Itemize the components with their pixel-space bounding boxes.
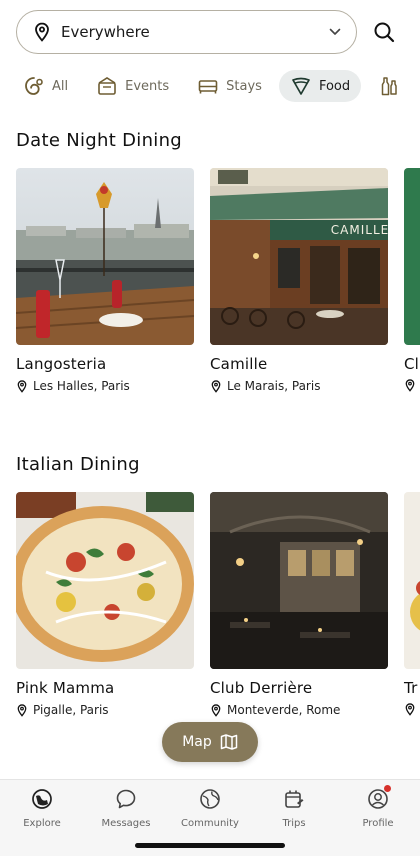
tab-label: Community [181,818,239,829]
restaurant-name: Cl [404,355,420,373]
location-pin-icon [211,703,221,717]
restaurant-name: Langosteria [16,355,107,373]
location-text: Pigalle, Paris [33,703,109,717]
chat-bubble-icon [115,788,137,810]
tab-community[interactable]: Community [168,788,252,829]
category-drinks[interactable] [367,70,418,102]
location-selector[interactable]: Everywhere [16,10,357,54]
location-pin-icon [405,379,415,392]
restaurant-card[interactable]: Cl [404,168,420,392]
restaurant-name: Camille [210,355,268,373]
tab-label: Trips [282,818,306,829]
globe-icon [199,788,221,810]
location-label: Everywhere [61,23,150,41]
restaurant-location [404,703,420,716]
restaurant-photo [404,168,420,345]
location-text: Les Halles, Paris [33,379,130,393]
category-events[interactable]: Events [85,70,180,102]
category-all[interactable]: All [12,70,79,102]
section-title: Italian Dining [16,454,140,475]
location-pin-icon [17,703,27,717]
restaurant-location: Monteverde, Rome [210,703,388,717]
location-pin-icon [211,379,221,393]
compass-globe-icon [31,788,53,810]
location-text: Monteverde, Rome [227,703,341,717]
tab-profile[interactable]: Profile [336,785,420,829]
tab-trips[interactable]: Trips [252,788,336,829]
restaurant-carousel[interactable]: Langosteria Les Halles, Paris CAMILLE Ca… [16,168,420,408]
category-chips: All Events Stays Food [12,70,420,102]
home-indicator [135,843,285,848]
camille-sign-text: CAMILLE [331,223,388,237]
map-button-label: Map [182,734,212,750]
event-tent-icon [96,75,118,97]
restaurant-photo [16,492,194,669]
restaurant-card[interactable]: Pink Mamma Pigalle, Paris [16,492,194,717]
bottles-icon [378,75,400,97]
search-row: Everywhere [16,10,408,54]
restaurant-name: Tr [404,679,418,697]
map-button[interactable]: Map [162,722,258,762]
luggage-icon [283,788,305,810]
location-text: Le Marais, Paris [227,379,321,393]
restaurant-name: Club Derrière [210,679,313,697]
chevron-down-icon [329,28,341,35]
map-icon [220,734,238,750]
bed-icon [197,75,219,97]
location-pin-icon [35,22,49,42]
restaurant-card[interactable]: Tr [404,492,420,716]
search-button[interactable] [371,19,397,45]
swirl-icon [23,75,45,97]
restaurant-photo: CAMILLE [210,168,388,345]
restaurant-card[interactable]: Langosteria Les Halles, Paris [16,168,194,393]
category-label: All [52,78,69,94]
category-label: Food [318,78,351,94]
notification-badge [384,785,391,792]
restaurant-photo [210,492,388,669]
tab-explore[interactable]: Explore [0,788,84,829]
category-label: Stays [226,78,262,94]
category-label: Events [125,78,170,94]
restaurant-location: Pigalle, Paris [16,703,194,717]
section-title: Date Night Dining [16,130,183,151]
profile-icon [367,785,391,810]
restaurant-photo [404,492,420,669]
tab-messages[interactable]: Messages [84,788,168,829]
restaurant-photo [16,168,194,345]
location-pin-icon [405,703,415,716]
restaurant-carousel[interactable]: Pink Mamma Pigalle, Paris Club Derrière … [16,492,420,732]
restaurant-card[interactable]: Club Derrière Monteverde, Rome [210,492,388,717]
tab-label: Messages [101,818,151,829]
category-food[interactable]: Food [278,70,362,102]
tab-label: Profile [362,818,394,829]
location-pin-icon [17,379,27,393]
tab-label: Explore [23,818,61,829]
restaurant-location [404,379,420,392]
search-icon [374,22,395,43]
restaurant-name: Pink Mamma [16,679,115,697]
category-stays[interactable]: Stays [186,70,273,102]
restaurant-location: Les Halles, Paris [16,379,194,393]
restaurant-card[interactable]: CAMILLE Camille Le Marais, Paris [210,168,388,393]
food-slice-icon [290,75,312,97]
restaurant-location: Le Marais, Paris [210,379,388,393]
